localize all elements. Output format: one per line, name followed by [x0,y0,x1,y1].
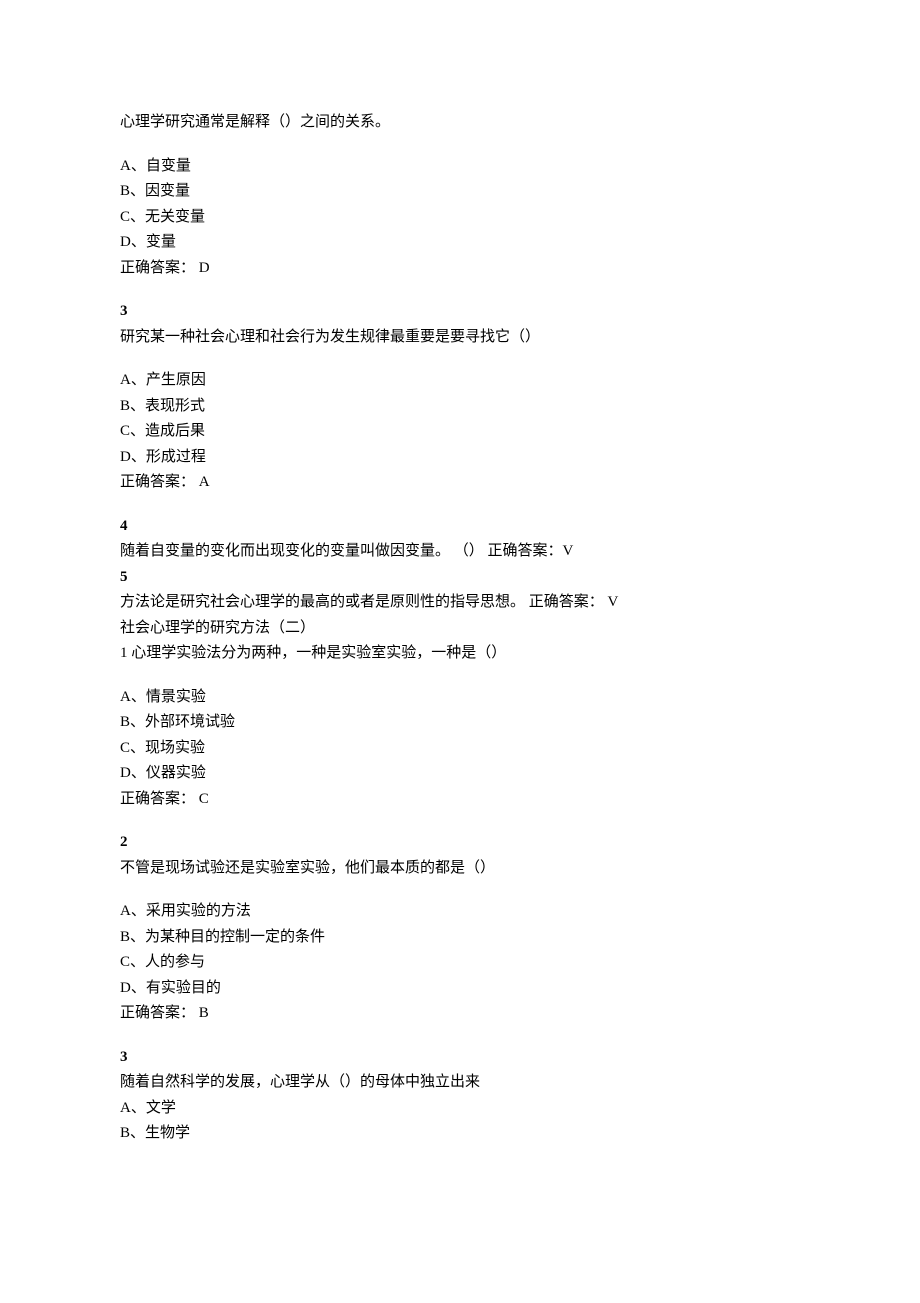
q4-line: 随着自变量的变化而出现变化的变量叫做因变量。 （） 正确答案：V [120,539,800,565]
q6-answer: 正确答案： C [120,787,800,813]
q8-option-b: B、生物学 [120,1121,800,1147]
q3-option-a: A、产生原因 [120,368,800,394]
q3-option-d: D、形成过程 [120,445,800,471]
q2-stem: 心理学研究通常是解释（）之间的关系。 [120,110,800,136]
q3-option-b: B、表现形式 [120,394,800,420]
q3-number: 3 [120,299,800,325]
q3-stem: 研究某一种社会心理和社会行为发生规律最重要是要寻找它（） [120,325,800,351]
q8-option-a: A、文学 [120,1096,800,1122]
q8-stem: 随着自然科学的发展，心理学从（）的母体中独立出来 [120,1070,800,1096]
q6-option-d: D、仪器实验 [120,761,800,787]
q2-option-d: D、变量 [120,230,800,256]
q7-option-c: C、人的参与 [120,950,800,976]
q7-answer: 正确答案： B [120,1001,800,1027]
document-page: 心理学研究通常是解释（）之间的关系。 A、自变量 B、因变量 C、无关变量 D、… [0,0,920,1303]
q2-option-a: A、自变量 [120,154,800,180]
q5-line1: 方法论是研究社会心理学的最高的或者是原则性的指导思想。 正确答案： V [120,590,800,616]
q5-line2: 社会心理学的研究方法（二） [120,616,800,642]
q7-stem: 不管是现场试验还是实验室实验，他们最本质的都是（） [120,856,800,882]
q5-number: 5 [120,565,800,591]
q7-option-b: B、为某种目的控制一定的条件 [120,925,800,951]
q6-option-c: C、现场实验 [120,736,800,762]
q7-option-a: A、采用实验的方法 [120,899,800,925]
q5-line3: 1 心理学实验法分为两种，一种是实验室实验，一种是（） [120,641,800,667]
q3-option-c: C、造成后果 [120,419,800,445]
q6-option-b: B、外部环境试验 [120,710,800,736]
q8-number: 3 [120,1045,800,1071]
q7-number: 2 [120,830,800,856]
q4-number: 4 [120,514,800,540]
q7-option-d: D、有实验目的 [120,976,800,1002]
q6-option-a: A、情景实验 [120,685,800,711]
q3-answer: 正确答案： A [120,470,800,496]
q2-option-c: C、无关变量 [120,205,800,231]
q2-answer: 正确答案： D [120,256,800,282]
q2-option-b: B、因变量 [120,179,800,205]
